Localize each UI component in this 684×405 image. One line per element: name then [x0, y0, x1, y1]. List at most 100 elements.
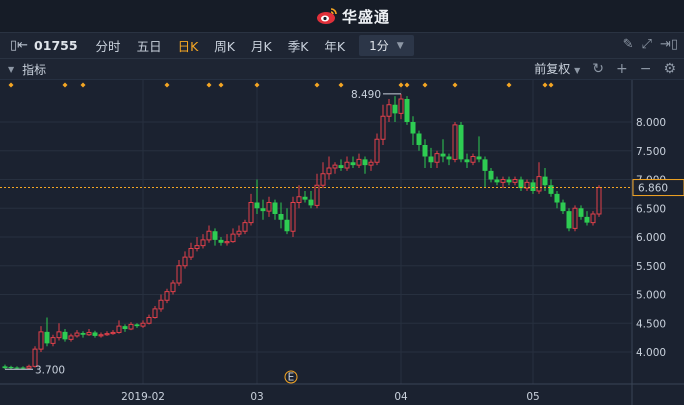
candle-body-up	[200, 239, 206, 247]
candle-body-down	[284, 219, 290, 232]
candle-body-down	[8, 366, 14, 369]
period-tabs: 分时 五日 日K 周K 月K 季K 年K	[88, 36, 354, 55]
candle-body-down	[494, 179, 500, 183]
candle-body-up	[368, 161, 374, 166]
candle-body-up	[98, 334, 104, 337]
candle-body-down	[2, 366, 8, 369]
tab-0[interactable]: 分时	[88, 36, 129, 55]
y-tick-label: 4.000	[636, 347, 666, 359]
x-tick-label: 05	[526, 391, 539, 403]
candle-body-down	[62, 331, 68, 340]
candle-body-up	[512, 179, 518, 183]
candle-body-down	[350, 162, 356, 166]
candle-body-down	[410, 122, 416, 134]
candle-body-up	[572, 207, 578, 229]
collapse-triangle-icon[interactable]: ▼	[8, 65, 14, 74]
candle-body-up	[50, 337, 56, 344]
event-e-label: E	[288, 372, 295, 384]
chart-toolbar: ▯⇤ 01755 分时 五日 日K 周K 月K 季K 年K 1分 ▼ ✎ ⤢ ⇥▯	[0, 33, 684, 59]
candle-body-down	[272, 202, 278, 214]
candle-body-up	[74, 332, 80, 337]
candle-body-down	[584, 216, 590, 223]
chart-background	[0, 80, 684, 405]
candle-body-up	[266, 202, 272, 212]
settings-icon[interactable]: ⚙	[663, 61, 676, 77]
y-tick-label: 7.500	[636, 146, 666, 158]
candle-body-up	[500, 179, 506, 183]
tab-4[interactable]: 月K	[243, 36, 280, 55]
candle-body-up	[380, 115, 386, 140]
candle-body-down	[254, 202, 260, 209]
candle-body-up	[182, 256, 188, 267]
minute-period-dropdown[interactable]: 1分 ▼	[359, 35, 414, 56]
indicator-bar: ▼ 指标 前复权 ▼ ↻ + − ⚙	[0, 59, 684, 80]
candle-body-down	[14, 367, 20, 369]
tab-6[interactable]: 年K	[316, 36, 353, 55]
candle-body-down	[416, 133, 422, 145]
candle-body-up	[242, 222, 248, 232]
candle-body-up	[152, 308, 158, 318]
candle-body-down	[92, 332, 98, 336]
candle-body-down	[476, 156, 482, 160]
indicator-label[interactable]: 指标	[22, 61, 46, 78]
candle-body-up	[68, 335, 74, 340]
tab-5[interactable]: 季K	[280, 36, 317, 55]
tab-2[interactable]: 日K	[170, 36, 207, 55]
y-tick-label: 5.500	[636, 261, 666, 273]
draw-pen-icon[interactable]: ✎	[623, 37, 634, 52]
refresh-icon[interactable]: ↻	[592, 61, 604, 77]
adjust-select[interactable]: 前复权 ▼	[534, 60, 580, 77]
candle-body-down	[446, 156, 452, 160]
x-tick-label: 04	[394, 391, 408, 403]
candle-body-down	[218, 239, 224, 243]
stock-code: 01755	[34, 38, 78, 53]
candle-body-down	[440, 153, 446, 157]
candle-body-down	[566, 211, 572, 229]
candle-body-up	[374, 138, 380, 163]
candlestick-chart[interactable]: 8.0007.5007.0006.5006.0005.5005.0004.500…	[0, 80, 684, 405]
expand-right-icon[interactable]: ⇥▯	[660, 37, 678, 52]
candle-body-down	[212, 231, 218, 240]
candle-body-down	[302, 196, 308, 200]
chevron-down-icon: ▼	[574, 66, 581, 75]
y-tick-label: 6.500	[636, 203, 666, 215]
candle-body-up	[140, 322, 146, 327]
max-price-label: 8.490	[351, 89, 381, 101]
fullscreen-icon[interactable]: ⤢	[642, 37, 652, 52]
candle-body-down	[80, 333, 86, 335]
candle-body-up	[398, 98, 404, 114]
min-price-label: 3.700	[35, 364, 65, 376]
candle-body-up	[356, 158, 362, 166]
collapse-left-icon[interactable]: ▯⇤	[10, 38, 28, 53]
weibo-style-logo-icon	[317, 8, 337, 24]
candle-body-up	[230, 233, 236, 243]
y-tick-label: 8.000	[636, 117, 666, 129]
candle-body-up	[296, 196, 302, 203]
candle-body-up	[236, 230, 242, 235]
candle-body-down	[518, 179, 524, 189]
tab-3[interactable]: 周K	[206, 36, 243, 55]
last-price-label: 6.860	[638, 183, 668, 195]
candle-body-down	[422, 145, 428, 157]
plus-icon[interactable]: +	[616, 61, 628, 77]
candle-body-up	[170, 282, 176, 293]
candle-body-down	[392, 104, 398, 114]
candle-body-down	[134, 324, 140, 327]
chevron-down-icon: ▼	[396, 40, 404, 51]
candle-body-up	[188, 248, 194, 258]
candle-body-up	[320, 173, 326, 186]
adjust-label: 前复权	[534, 62, 571, 76]
tab-1[interactable]: 五日	[129, 36, 170, 55]
candle-body-down	[530, 182, 536, 191]
price-axis: 8.0007.5007.0006.5006.0005.5005.0004.500…	[636, 117, 666, 359]
candle-body-up	[158, 299, 164, 310]
candle-body-up	[38, 331, 44, 350]
candle-body-down	[122, 326, 128, 329]
y-tick-label: 5.000	[636, 290, 666, 302]
minus-icon[interactable]: −	[640, 61, 652, 77]
candle-body-up	[536, 176, 542, 192]
candle-body-down	[482, 159, 488, 171]
candle-body-up	[452, 124, 458, 160]
candle-body-up	[164, 291, 170, 301]
candle-body-up	[56, 331, 62, 339]
